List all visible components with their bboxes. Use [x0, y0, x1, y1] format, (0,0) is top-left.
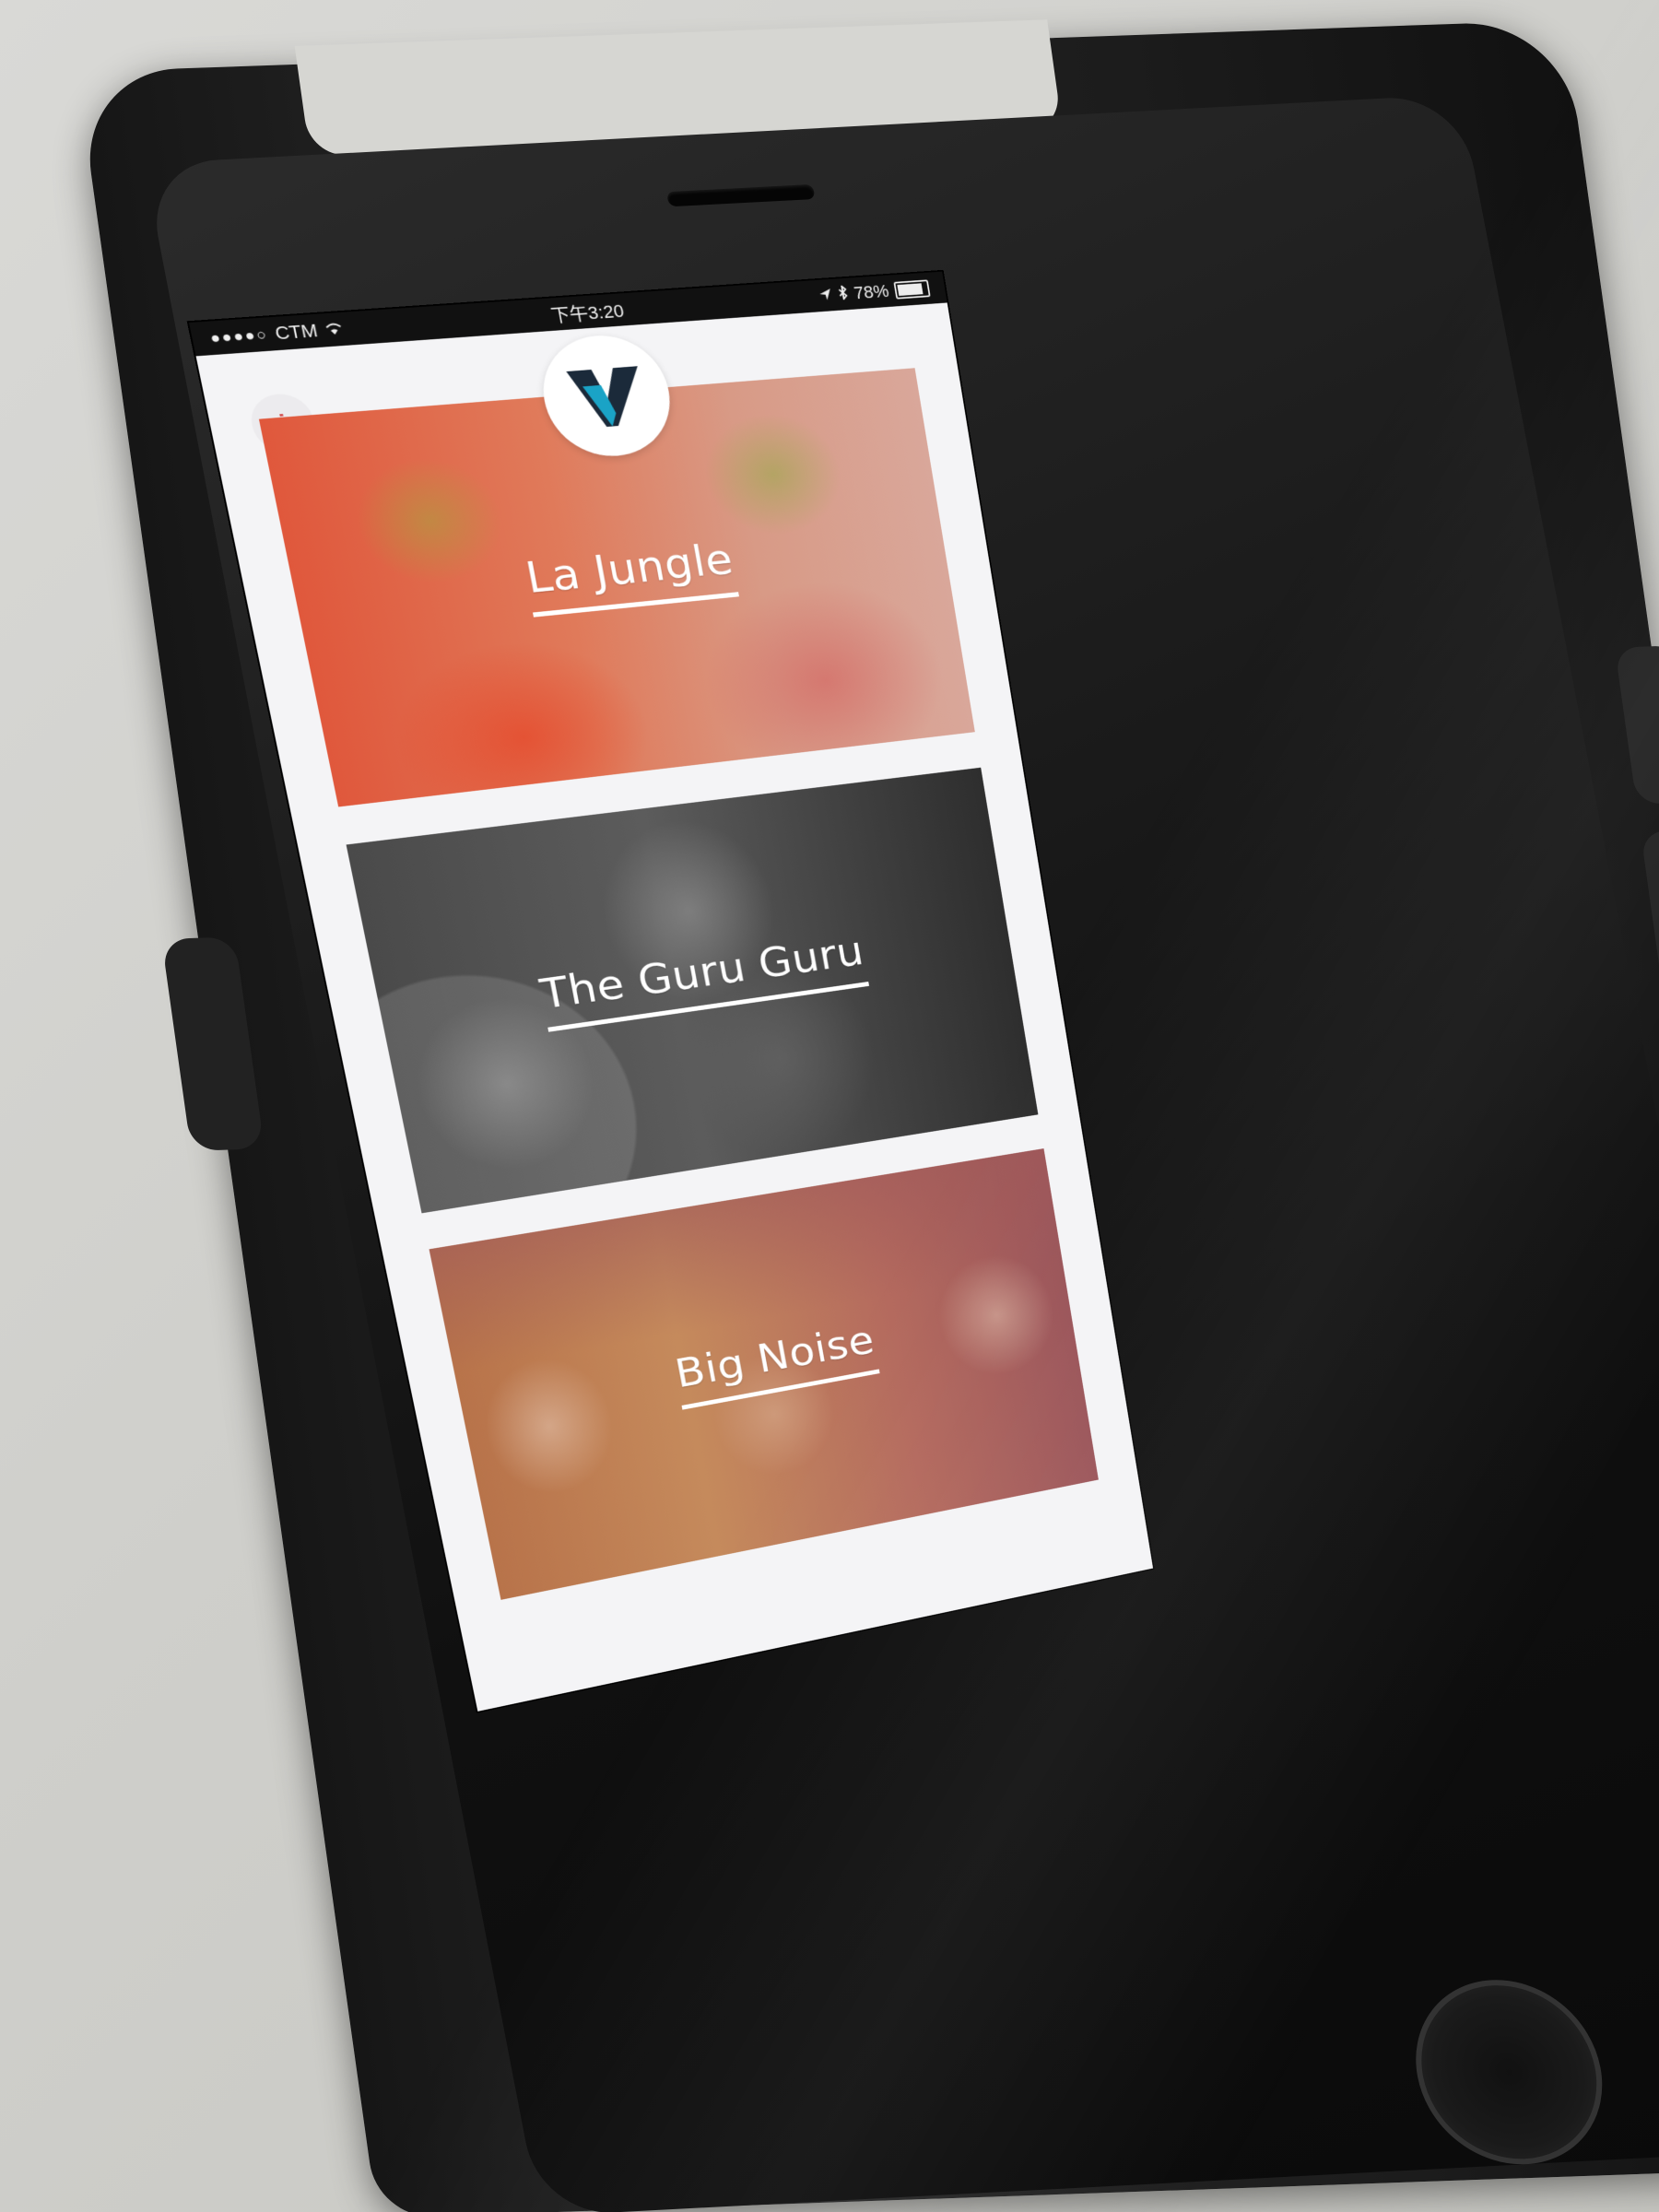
- v-logo-icon: [566, 366, 649, 429]
- earpiece: [665, 183, 816, 207]
- case-side-button: [161, 936, 265, 1151]
- battery-percent: 78%: [852, 280, 890, 303]
- artist-card-big-noise[interactable]: Big Noise: [429, 1148, 1099, 1600]
- artist-card-the-guru-guru[interactable]: The Guru Guru: [346, 767, 1039, 1214]
- location-icon: [818, 285, 834, 306]
- battery-icon: [893, 279, 931, 300]
- signal-strength-icon: ●●●●○: [208, 325, 270, 347]
- carrier-label: CTM: [273, 320, 320, 344]
- status-left: ●●●●○ CTM: [208, 318, 346, 349]
- wifi-icon: [323, 318, 347, 341]
- status-right: 78%: [818, 278, 931, 306]
- battery-level: [897, 283, 924, 297]
- home-button[interactable]: [1399, 1975, 1618, 2170]
- photo-scene: ●●●●○ CTM 下午3:20 78% La Jungle The Guru …: [0, 0, 1659, 2212]
- case-volume-up: [1614, 645, 1659, 805]
- bluetooth-icon: [837, 284, 850, 305]
- case-volume-down: [1640, 830, 1659, 1017]
- status-time: 下午3:20: [549, 300, 626, 326]
